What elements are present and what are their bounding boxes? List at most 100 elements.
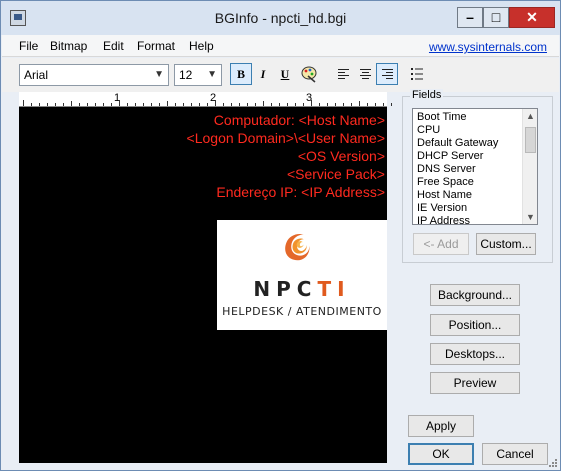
ok-button[interactable]: OK: [408, 443, 474, 465]
menu-edit[interactable]: Edit: [103, 39, 124, 53]
scroll-thumb[interactable]: [525, 127, 536, 153]
ruler-tick: [367, 103, 368, 106]
menu-bar: File Bitmap Edit Format Help www.sysinte…: [2, 35, 559, 57]
logo-name: NPCTI: [217, 277, 387, 301]
ruler-tick: [31, 103, 32, 106]
preview-area[interactable]: Computador: <Host Name> <Logon Domain>\<…: [19, 107, 387, 463]
ruler-tick: [215, 100, 216, 106]
ruler-tick: [271, 103, 272, 106]
apply-button[interactable]: Apply: [408, 415, 474, 437]
ruler-tick: [223, 103, 224, 106]
list-item[interactable]: Free Space: [417, 176, 474, 189]
preview-line-ip-address: Endereço IP: <IP Address>: [216, 184, 385, 200]
ruler-tick: [279, 103, 280, 106]
ruler-tick: [103, 103, 104, 106]
preview-line-domain-user: <Logon Domain>\<User Name>: [186, 130, 385, 146]
list-item[interactable]: Boot Time: [417, 111, 467, 124]
ruler-tick: [135, 103, 136, 106]
close-button[interactable]: ✕: [509, 7, 555, 28]
bullet-list-button[interactable]: [406, 63, 428, 85]
ruler-tick: [343, 103, 344, 106]
ruler-tick: [375, 103, 376, 106]
npcti-logo: NPCTI HELPDESK / ATENDIMENTO: [217, 220, 387, 330]
ruler-tick: [111, 103, 112, 106]
menu-help[interactable]: Help: [189, 39, 214, 53]
italic-button[interactable]: I: [252, 63, 274, 85]
ruler-tick: [255, 103, 256, 106]
preview-button[interactable]: Preview: [430, 372, 520, 394]
align-left-icon: [338, 69, 349, 79]
ruler-tick: [359, 101, 360, 106]
ruler-tick: [327, 103, 328, 106]
resize-grip-icon[interactable]: [548, 458, 558, 468]
ruler-tick: [127, 103, 128, 106]
minimize-button[interactable]: –: [457, 7, 483, 28]
ruler-tick: [151, 103, 152, 106]
cancel-button[interactable]: Cancel: [482, 443, 548, 465]
font-size-value: 12: [179, 68, 193, 82]
chevron-down-icon: ▼: [207, 69, 217, 80]
add-field-button[interactable]: <- Add: [413, 233, 469, 255]
menu-bitmap[interactable]: Bitmap: [50, 39, 87, 53]
ruler-tick: [335, 103, 336, 106]
ruler-tick: [183, 103, 184, 106]
bullet-list-icon: [411, 68, 423, 80]
fields-listbox[interactable]: Boot Time CPU Default Gateway DHCP Serve…: [412, 108, 538, 225]
custom-field-button[interactable]: Custom...: [476, 233, 536, 255]
list-item[interactable]: IP Address: [417, 215, 470, 224]
font-size-select[interactable]: 12 ▼: [174, 64, 222, 86]
ruler-tick: [23, 100, 24, 106]
list-item[interactable]: Default Gateway: [417, 137, 498, 150]
maximize-button[interactable]: □: [483, 7, 509, 28]
ruler-tick: [55, 103, 56, 106]
background-button[interactable]: Background...: [430, 284, 520, 306]
bold-button[interactable]: B: [230, 63, 252, 85]
ruler-tick: [167, 101, 168, 106]
chevron-up-icon[interactable]: ▲: [523, 109, 537, 123]
logo-name-suffix: TI: [317, 277, 351, 301]
chevron-down-icon[interactable]: ▼: [523, 210, 537, 224]
menu-format[interactable]: Format: [137, 39, 175, 53]
sysinternals-link[interactable]: www.sysinternals.com: [429, 40, 547, 54]
ruler-tick: [247, 103, 248, 106]
ruler-tick: [311, 100, 312, 106]
ruler-tick: [79, 103, 80, 106]
ruler-tick: [199, 103, 200, 106]
ruler-tick: [119, 100, 120, 106]
align-center-button[interactable]: [354, 63, 376, 85]
list-item[interactable]: DNS Server: [417, 163, 476, 176]
font-name-select[interactable]: Arial ▼: [19, 64, 169, 86]
preview-line-service-pack: <Service Pack>: [286, 166, 385, 182]
ruler-tick: [159, 103, 160, 106]
ruler-tick: [295, 103, 296, 106]
ruler-tick: [383, 103, 384, 106]
ruler-tick: [231, 103, 232, 106]
align-left-button[interactable]: [332, 63, 354, 85]
desktops-button[interactable]: Desktops...: [430, 343, 520, 365]
menu-file[interactable]: File: [19, 39, 38, 53]
position-button[interactable]: Position...: [430, 314, 520, 336]
bginfo-window: BGInfo - npcti_hd.bgi – □ ✕ File Bitmap …: [0, 0, 561, 471]
ruler-tick: [239, 103, 240, 106]
preview-line-os-version: <OS Version>: [297, 148, 385, 164]
list-item[interactable]: Host Name: [417, 189, 472, 202]
ruler-tick: [319, 103, 320, 106]
ruler: 1 2 3: [19, 92, 392, 107]
text-color-button[interactable]: [298, 63, 320, 85]
preview-line-computer: Computador: <Host Name>: [213, 112, 385, 128]
logo-name-prefix: NPC: [253, 277, 318, 301]
fields-scrollbar[interactable]: ▲ ▼: [522, 109, 537, 224]
title-bar[interactable]: BGInfo - npcti_hd.bgi – □ ✕: [1, 1, 560, 35]
ruler-tick: [71, 101, 72, 106]
ruler-tick: [287, 103, 288, 106]
swirl-logo-icon: [285, 233, 310, 261]
align-right-button[interactable]: [376, 63, 398, 85]
ruler-tick: [39, 103, 40, 106]
underline-button[interactable]: U: [274, 63, 296, 85]
list-item[interactable]: IE Version: [417, 202, 467, 215]
list-item[interactable]: CPU: [417, 124, 440, 137]
list-item[interactable]: DHCP Server: [417, 150, 483, 163]
ruler-tick: [391, 103, 392, 106]
ruler-tick: [47, 103, 48, 106]
fields-label: Fields: [410, 89, 444, 101]
